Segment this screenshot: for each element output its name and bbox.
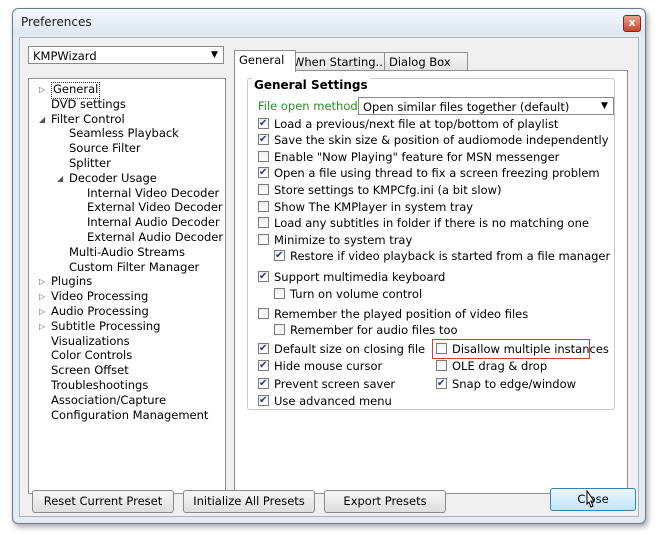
checkbox-checked-icon[interactable]	[436, 376, 447, 391]
tree-item[interactable]: Configuration Management	[51, 408, 208, 423]
tab-when-starting[interactable]: When Starting...	[288, 52, 391, 71]
tree-item[interactable]: Troubleshootings	[51, 378, 148, 393]
tree-item[interactable]: Filter Control	[51, 112, 125, 127]
title-bar[interactable]: Preferences x	[13, 9, 645, 35]
option-label: Minimize to system tray	[274, 233, 413, 247]
reset-preset-button[interactable]: Reset Current Preset	[32, 490, 174, 513]
checkbox-checked-icon[interactable]	[258, 269, 269, 284]
checkbox-unchecked-icon[interactable]	[274, 288, 285, 299]
collapse-arrow-icon[interactable]: ▷	[39, 292, 45, 301]
tab-dialog-box[interactable]: Dialog Box	[384, 52, 468, 71]
checkbox-checked-icon[interactable]	[258, 165, 269, 180]
expand-arrow-icon[interactable]: ◢	[57, 174, 63, 183]
option-label: Load any subtitles in folder if there is…	[274, 216, 589, 230]
option-label: Support multimedia keyboard	[274, 270, 446, 284]
collapse-arrow-icon[interactable]: ▷	[39, 277, 45, 286]
tree-item[interactable]: Internal Audio Decoder	[87, 215, 220, 230]
collapse-arrow-icon[interactable]: ▷	[39, 307, 45, 316]
tree-item[interactable]: Video Processing	[51, 289, 148, 304]
tree-item[interactable]: Color Controls	[51, 348, 132, 363]
tree-item[interactable]: Custom Filter Manager	[69, 260, 199, 275]
file-open-method-dropdown[interactable]: Open similar files together (default) ▼	[358, 97, 614, 115]
tree-item[interactable]: External Audio Decoder	[87, 230, 223, 245]
general-tab-panel: General Settings File open method: Open …	[234, 70, 628, 494]
checkbox-checked-icon[interactable]	[258, 132, 269, 147]
file-open-method-value: Open similar files together (default)	[363, 100, 570, 114]
checkbox-unchecked-icon[interactable]	[258, 217, 269, 228]
option-label: Use advanced menu	[274, 394, 392, 408]
collapse-arrow-icon[interactable]: ▷	[39, 322, 45, 331]
highlight-box	[432, 339, 590, 359]
mouse-pointer-icon	[586, 490, 595, 508]
checkbox-unchecked-icon[interactable]	[258, 151, 269, 162]
tree-item[interactable]: Decoder Usage	[69, 171, 157, 186]
close-icon[interactable]: x	[623, 15, 641, 32]
checkbox-checked-icon[interactable]	[274, 248, 285, 263]
file-open-method-label: File open method:	[258, 99, 362, 113]
tree-item[interactable]: Subtitle Processing	[51, 319, 160, 334]
checkbox-checked-icon[interactable]	[258, 341, 269, 356]
option-label: Prevent screen saver	[274, 377, 396, 391]
export-presets-button[interactable]: Export Presets	[324, 490, 446, 513]
tree-item[interactable]: Screen Offset	[51, 363, 129, 378]
tree-item[interactable]: Multi-Audio Streams	[69, 245, 185, 260]
dialog-body: KMPWizard ▼ ▷ General DVD settings ◢ Filter …	[19, 37, 639, 517]
checkbox-unchecked-icon[interactable]	[258, 234, 269, 245]
initialize-presets-button[interactable]: Initialize All Presets	[183, 490, 315, 513]
option-label: Store settings to KMPCfg.ini (a bit slow…	[274, 183, 502, 197]
preferences-window: Preferences x KMPWizard ▼ ▷ General DVD se…	[12, 8, 646, 524]
option-label: Snap to edge/window	[452, 377, 577, 391]
option-label: Hide mouse cursor	[274, 359, 383, 373]
checkbox-checked-icon[interactable]	[258, 358, 269, 373]
tree-item[interactable]: Plugins	[51, 274, 92, 289]
option-label: Open a file using thread to fix a screen…	[274, 166, 600, 180]
tree-item[interactable]: Seamless Playback	[69, 126, 179, 141]
option-label: Restore if video playback is started fro…	[290, 249, 611, 263]
option-label: Remember the played position of video fi…	[274, 307, 529, 321]
option-label: Save the skin size & position of audiomo…	[274, 133, 609, 147]
collapse-arrow-icon[interactable]: ▷	[39, 85, 45, 94]
tree-item[interactable]: Source Filter	[69, 141, 141, 156]
option-label: Enable "Now Playing" feature for MSN mes…	[274, 150, 560, 164]
general-settings-group: General Settings File open method: Open …	[247, 78, 615, 410]
window-title: Preferences	[21, 15, 92, 29]
tree-item[interactable]: Visualizations	[51, 334, 130, 349]
option-label: Default size on closing file	[274, 342, 426, 356]
expand-arrow-icon[interactable]: ◢	[39, 115, 45, 124]
tree-item[interactable]: DVD settings	[51, 97, 126, 112]
chevron-down-icon: ▼	[601, 101, 608, 111]
tree-item[interactable]: Internal Video Decoder	[87, 186, 219, 201]
checkbox-unchecked-icon[interactable]	[258, 201, 269, 212]
settings-tree[interactable]: ▷ General DVD settings ◢ Filter Control Seaml…	[28, 78, 226, 494]
checkbox-unchecked-icon[interactable]	[258, 308, 269, 319]
checkbox-checked-icon[interactable]	[258, 116, 269, 131]
option-label: Turn on volume control	[290, 287, 423, 301]
tree-item[interactable]: Splitter	[69, 156, 111, 171]
checkbox-checked-icon[interactable]	[258, 393, 269, 408]
chevron-down-icon: ▼	[211, 50, 218, 60]
group-title: General Settings	[252, 78, 370, 92]
option-label: Show The KMPlayer in system tray	[274, 200, 474, 214]
tree-item[interactable]: Audio Processing	[51, 304, 149, 319]
checkbox-unchecked-icon[interactable]	[258, 184, 269, 195]
tree-item[interactable]: Association/Capture	[51, 393, 166, 408]
option-label: OLE drag & drop	[452, 359, 548, 373]
option-label: Remember for audio files too	[290, 323, 458, 337]
checkbox-unchecked-icon[interactable]	[274, 324, 285, 335]
option-label: Load a previous/next file at top/bottom …	[274, 117, 559, 131]
preset-value: KMPWizard	[33, 49, 97, 63]
preset-dropdown[interactable]: KMPWizard ▼	[28, 46, 224, 64]
checkbox-unchecked-icon[interactable]	[436, 360, 447, 371]
tab-general[interactable]: General	[234, 50, 296, 72]
tree-item[interactable]: External Video Decoder	[87, 200, 223, 215]
checkbox-checked-icon[interactable]	[258, 376, 269, 391]
